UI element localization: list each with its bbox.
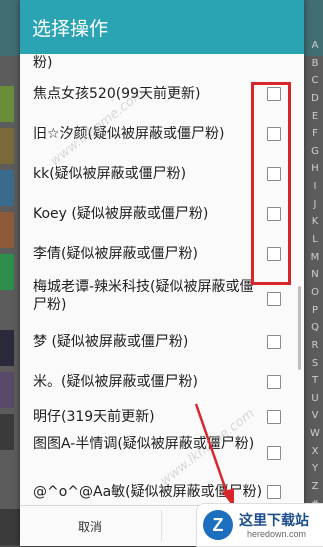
index-letter[interactable]: K [312,216,319,227]
item-label: 梦 (疑似被屏蔽或僵尸粉) [33,334,189,350]
item-label: 粉) [33,55,53,71]
index-letter[interactable]: A [312,40,319,51]
index-letter[interactable]: Y [312,463,318,474]
item-label: 焦点女孩520(99天前更新) [33,86,201,102]
index-letter[interactable]: J [314,199,317,210]
index-letter[interactable]: M [311,252,320,263]
index-letter[interactable]: S [312,358,318,369]
item-label: 米。(疑似被屏蔽或僵尸粉) [33,374,198,390]
list-item[interactable]: 明仔(319天前更新) [20,402,304,433]
alphabet-index[interactable]: ABCDEFGHIJKLMNOPQRSTUVWXYZ# [307,40,323,510]
red-arrow-annotation [194,403,234,508]
site-logo-name: 这里下载站 [239,513,309,529]
index-letter[interactable]: N [311,269,318,280]
list-item[interactable]: 图图A-半情调(疑似被屏蔽或僵尸粉) [20,432,304,475]
background-thumbnail [0,372,14,408]
list-item[interactable]: 梦 (疑似被屏蔽或僵尸粉) [20,322,304,363]
background-thumbnail [0,212,14,248]
scrollbar[interactable] [298,286,301,370]
index-letter[interactable]: P [312,305,318,316]
index-letter[interactable]: O [311,287,319,298]
dialog-header: 选择操作 [20,0,304,54]
background-thumbnail [0,254,14,290]
item-checkbox[interactable] [267,485,281,499]
index-letter[interactable]: T [312,375,318,386]
index-letter[interactable]: R [312,340,319,351]
site-logo-icon: Z [203,510,233,540]
dialog-title: 选择操作 [32,18,109,40]
item-checkbox[interactable] [267,446,281,460]
index-letter[interactable]: W [310,428,320,439]
highlight-box [251,82,291,285]
site-logo-url: heredown.com [247,529,307,539]
item-label: Koey (疑似被屏蔽或僵尸粉) [33,206,209,222]
index-letter[interactable]: G [311,146,319,157]
index-letter[interactable]: V [312,410,319,421]
cancel-button[interactable]: 取消 [20,506,160,546]
index-letter[interactable]: D [311,93,319,104]
index-letter[interactable]: H [311,163,319,174]
index-letter[interactable]: X [312,446,319,457]
index-letter[interactable]: L [312,234,318,245]
index-letter[interactable]: E [312,111,318,122]
list-item[interactable]: 粉) [20,54,304,75]
index-letter[interactable]: B [312,58,319,69]
item-checkbox[interactable] [267,375,281,389]
background-thumbnail [0,414,14,450]
index-letter[interactable]: C [312,75,319,86]
footer-divider [161,510,162,542]
item-checkbox[interactable] [267,292,281,306]
background-thumbnail [0,86,14,122]
list-item[interactable]: 米。(疑似被屏蔽或僵尸粉) [20,362,304,403]
background-thumbnail [0,170,14,206]
item-checkbox[interactable] [267,335,281,349]
index-letter[interactable]: F [312,128,318,139]
item-checkbox[interactable] [267,410,281,424]
background-thumbnail [0,330,14,366]
index-letter[interactable]: Z [312,481,319,492]
item-label: kk(疑似被屏蔽或僵尸粉) [33,166,187,182]
index-letter[interactable]: U [311,393,318,404]
index-letter[interactable]: Q [311,322,319,333]
site-logo-badge: Z 这里下载站 heredown.com [196,503,323,547]
item-label: 梅城老谭-辣米科技(疑似被屏蔽或僵尸粉) [33,279,254,313]
item-label: 李倩(疑似被屏蔽或僵尸粉) [33,246,198,262]
background-thumbnail [0,128,14,164]
index-letter[interactable]: I [314,181,317,192]
